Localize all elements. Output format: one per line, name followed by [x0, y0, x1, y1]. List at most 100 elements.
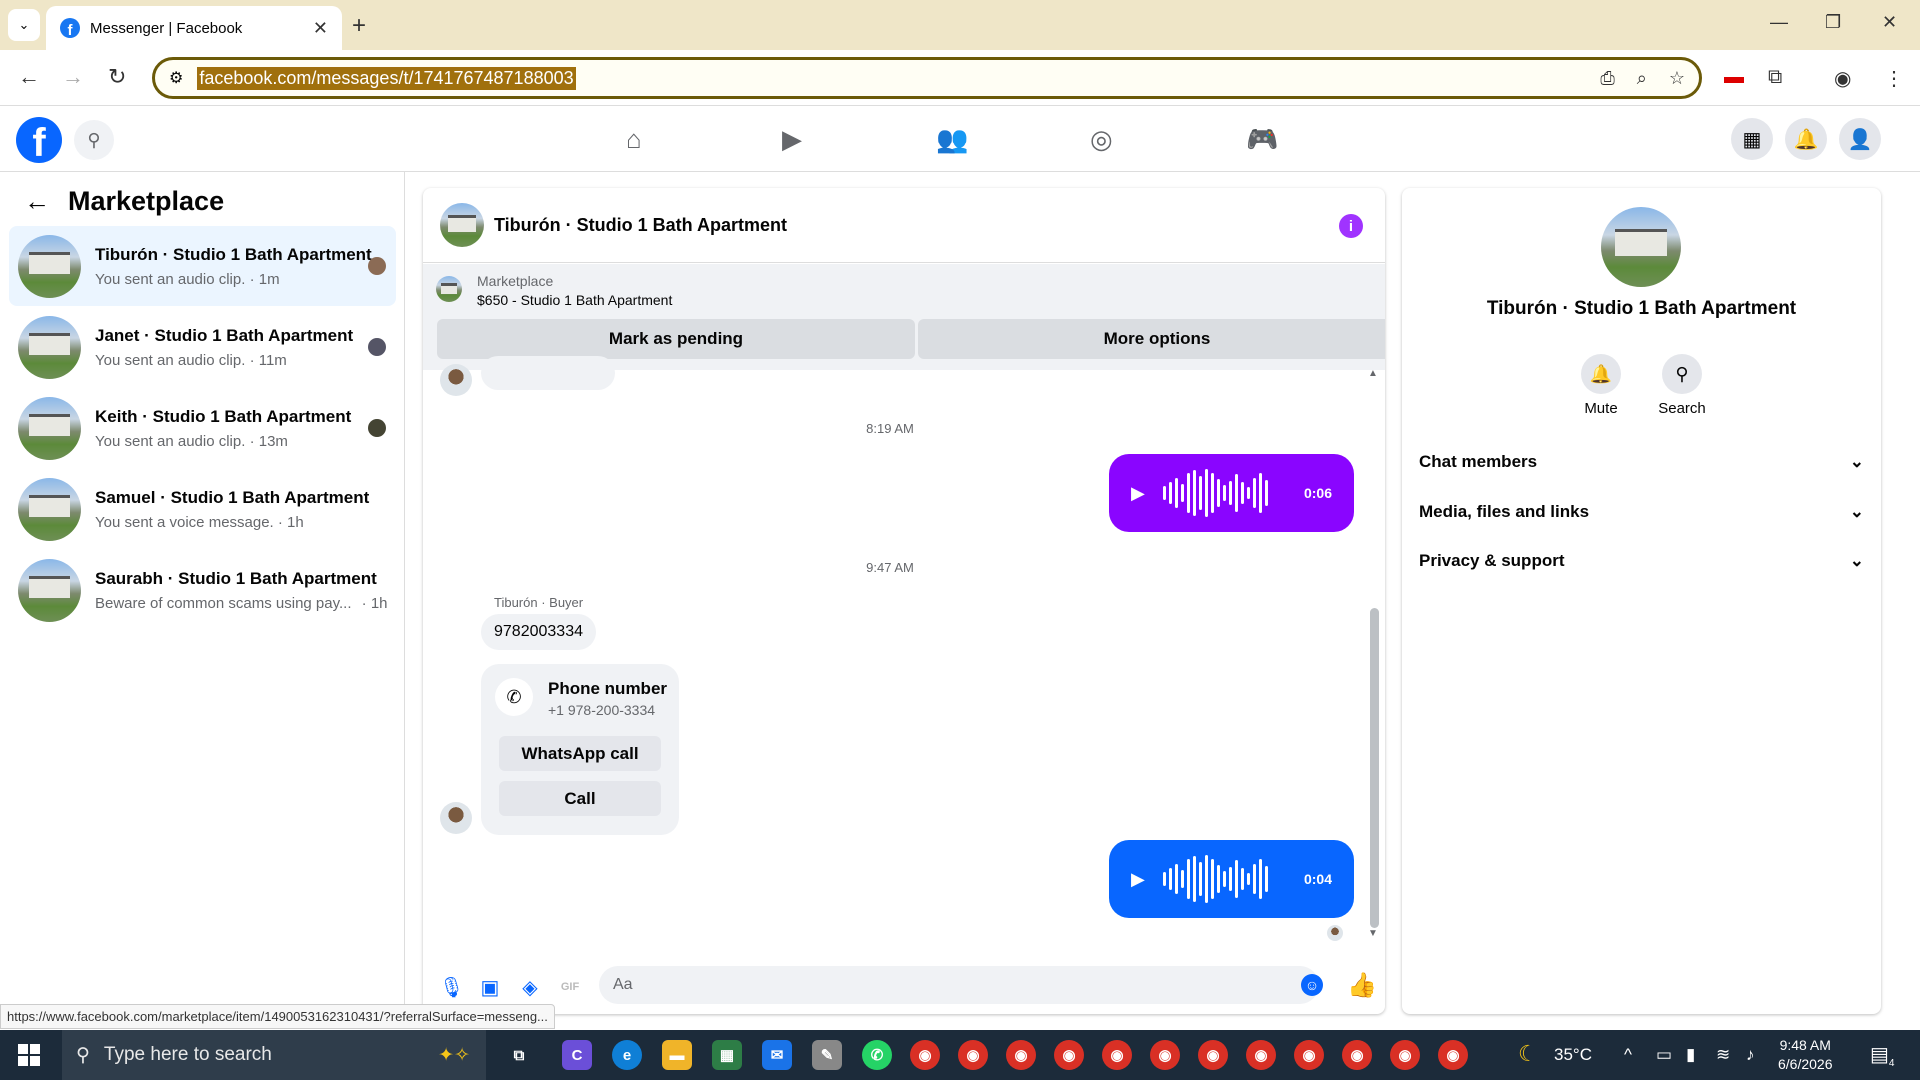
zoom-icon[interactable]: ⌕: [1637, 68, 1647, 89]
info-icon[interactable]: i: [1339, 214, 1363, 238]
section-media-files-links[interactable]: Media, files and links ⌄: [1419, 502, 1864, 522]
search-action[interactable]: ⚲ Search: [1647, 354, 1717, 417]
audio-message[interactable]: ▶ 0:06: [1109, 454, 1354, 532]
play-icon[interactable]: ▶: [1131, 869, 1145, 890]
store-icon[interactable]: ▦: [712, 1040, 742, 1070]
scroll-down-icon[interactable]: ▼: [1368, 928, 1378, 939]
thumbs-up-icon[interactable]: 👍: [1347, 971, 1377, 1000]
taskbar-search[interactable]: ⚲ Type here to search ✦✧: [62, 1030, 486, 1080]
mute-action[interactable]: 🔔 Mute: [1566, 354, 1636, 417]
back-button[interactable]: ←: [18, 64, 40, 90]
groups-icon[interactable]: ◎: [1090, 124, 1113, 155]
back-arrow-icon[interactable]: ←: [24, 186, 50, 217]
menu-grid-icon[interactable]: ▦: [1731, 118, 1773, 160]
browser-tab[interactable]: f Messenger | Facebook ✕: [46, 6, 342, 50]
whatsapp-icon[interactable]: ✆: [862, 1040, 892, 1070]
microphone-icon[interactable]: 🎙: [439, 975, 464, 1000]
extensions-puzzle-icon[interactable]: ⧉: [1768, 66, 1782, 89]
gaming-icon[interactable]: 🎮: [1246, 124, 1278, 155]
conversation-item[interactable]: Keith · Studio 1 Bath Apartment You sent …: [9, 388, 396, 468]
facebook-logo-icon[interactable]: f: [16, 117, 62, 163]
scrollbar-thumb[interactable]: [1370, 608, 1379, 928]
home-icon[interactable]: ⌂: [626, 124, 642, 155]
chrome-icon[interactable]: ◉: [1390, 1040, 1420, 1070]
chrome-icon[interactable]: ◉: [910, 1040, 940, 1070]
sticker-icon[interactable]: ◈: [519, 975, 541, 1000]
friends-icon[interactable]: 👥: [936, 124, 968, 155]
section-privacy-support[interactable]: Privacy & support ⌄: [1419, 551, 1864, 571]
volume-icon[interactable]: ♪: [1746, 1045, 1755, 1065]
forward-button[interactable]: →: [62, 64, 84, 90]
battery-icon[interactable]: ▮: [1686, 1045, 1695, 1065]
video-icon[interactable]: ▶: [782, 124, 802, 155]
notifications-icon[interactable]: ▤4: [1870, 1042, 1894, 1069]
chrome-icon[interactable]: ◉: [1198, 1040, 1228, 1070]
chrome-icon[interactable]: ◉: [1006, 1040, 1036, 1070]
mail-icon[interactable]: ✉: [762, 1040, 792, 1070]
menu-kebab-icon[interactable]: ⋮: [1884, 66, 1904, 91]
profile-icon[interactable]: ◉: [1834, 66, 1851, 91]
call-button[interactable]: Call: [499, 781, 661, 816]
windows-start-icon[interactable]: [18, 1044, 40, 1066]
message-bubble-partial: [481, 356, 615, 390]
tab-search-button[interactable]: ⌄: [8, 9, 40, 41]
address-bar[interactable]: ⚙ facebook.com/messages/t/17417674871880…: [152, 57, 1702, 99]
scrollbar[interactable]: ▲ ▼: [1367, 368, 1381, 948]
account-avatar[interactable]: 👤: [1839, 118, 1881, 160]
wifi-icon[interactable]: ≋: [1716, 1045, 1730, 1065]
clock[interactable]: 9:48 AM 6/6/2026: [1778, 1036, 1833, 1074]
chrome-icon[interactable]: ◉: [1102, 1040, 1132, 1070]
restore-button[interactable]: ❐: [1825, 12, 1841, 33]
message-bubble[interactable]: 9782003334: [481, 614, 596, 650]
message-input[interactable]: Aa: [599, 966, 1319, 1004]
task-view-icon[interactable]: ⧉: [504, 1040, 534, 1070]
file-explorer-icon[interactable]: ▬: [662, 1040, 692, 1070]
mark-pending-button[interactable]: Mark as pending: [437, 319, 915, 359]
install-app-icon[interactable]: ⎙: [1600, 68, 1614, 89]
chrome-icon[interactable]: ◉: [1294, 1040, 1324, 1070]
search-icon[interactable]: ⚲: [74, 120, 114, 160]
conversation-item[interactable]: Tiburón · Studio 1 Bath Apartment You sen…: [9, 226, 396, 306]
notifications-bell-icon[interactable]: 🔔: [1785, 118, 1827, 160]
chat-window: Tiburón · Studio 1 Bath Apartment i Mark…: [423, 188, 1385, 1014]
gif-icon[interactable]: GIF: [559, 981, 581, 993]
emoji-icon[interactable]: ☺: [1301, 974, 1323, 996]
play-icon[interactable]: ▶: [1131, 483, 1145, 504]
temperature[interactable]: 35°C: [1554, 1045, 1592, 1065]
conversation-item[interactable]: Saurabh · Studio 1 Bath Apartment Beware …: [9, 550, 396, 630]
listing-price-title[interactable]: $650 - Studio 1 Bath Apartment: [477, 292, 672, 308]
more-options-button[interactable]: More options: [918, 319, 1385, 359]
chrome-icon[interactable]: ◉: [958, 1040, 988, 1070]
conversation-item[interactable]: Janet · Studio 1 Bath Apartment You sent …: [9, 307, 396, 387]
tray-chevron-icon[interactable]: ^: [1624, 1045, 1632, 1065]
new-tab-button[interactable]: +: [352, 12, 366, 40]
copilot-icon[interactable]: C: [562, 1040, 592, 1070]
chrome-icon[interactable]: ◉: [1342, 1040, 1372, 1070]
bookmark-star-icon[interactable]: ☆: [1669, 68, 1685, 89]
chat-avatar[interactable]: [440, 203, 484, 247]
url-text[interactable]: facebook.com/messages/t/1741767487188003: [197, 66, 576, 90]
whatsapp-call-button[interactable]: WhatsApp call: [499, 736, 661, 771]
site-info-icon[interactable]: ⚙: [169, 68, 183, 88]
chrome-icon[interactable]: ◉: [1150, 1040, 1180, 1070]
chrome-icon[interactable]: ◉: [1438, 1040, 1468, 1070]
audio-message[interactable]: ▶ 0:04: [1109, 840, 1354, 918]
conversation-item[interactable]: Samuel · Studio 1 Bath Apartment You sent…: [9, 469, 396, 549]
close-tab-icon[interactable]: ✕: [313, 18, 328, 39]
chrome-icon[interactable]: ◉: [1246, 1040, 1276, 1070]
reload-button[interactable]: ↻: [108, 64, 126, 90]
conversation-snippet: You sent an audio clip. · 11m: [95, 351, 287, 369]
app-icon[interactable]: ✎: [812, 1040, 842, 1070]
photo-icon[interactable]: ▣: [479, 975, 501, 1000]
scroll-up-icon[interactable]: ▲: [1368, 368, 1378, 379]
close-window-button[interactable]: ✕: [1882, 12, 1897, 33]
meet-icon[interactable]: ▭: [1656, 1045, 1672, 1065]
chrome-icon[interactable]: ◉: [1054, 1040, 1084, 1070]
moon-weather-icon[interactable]: ☾: [1518, 1041, 1538, 1067]
listing-label: Marketplace: [477, 273, 554, 289]
minimize-button[interactable]: —: [1770, 12, 1788, 33]
edge-icon[interactable]: e: [612, 1040, 642, 1070]
chat-title[interactable]: Tiburón · Studio 1 Bath Apartment: [494, 215, 787, 236]
section-chat-members[interactable]: Chat members ⌄: [1419, 452, 1864, 472]
extension-icon[interactable]: ▬: [1724, 66, 1744, 89]
